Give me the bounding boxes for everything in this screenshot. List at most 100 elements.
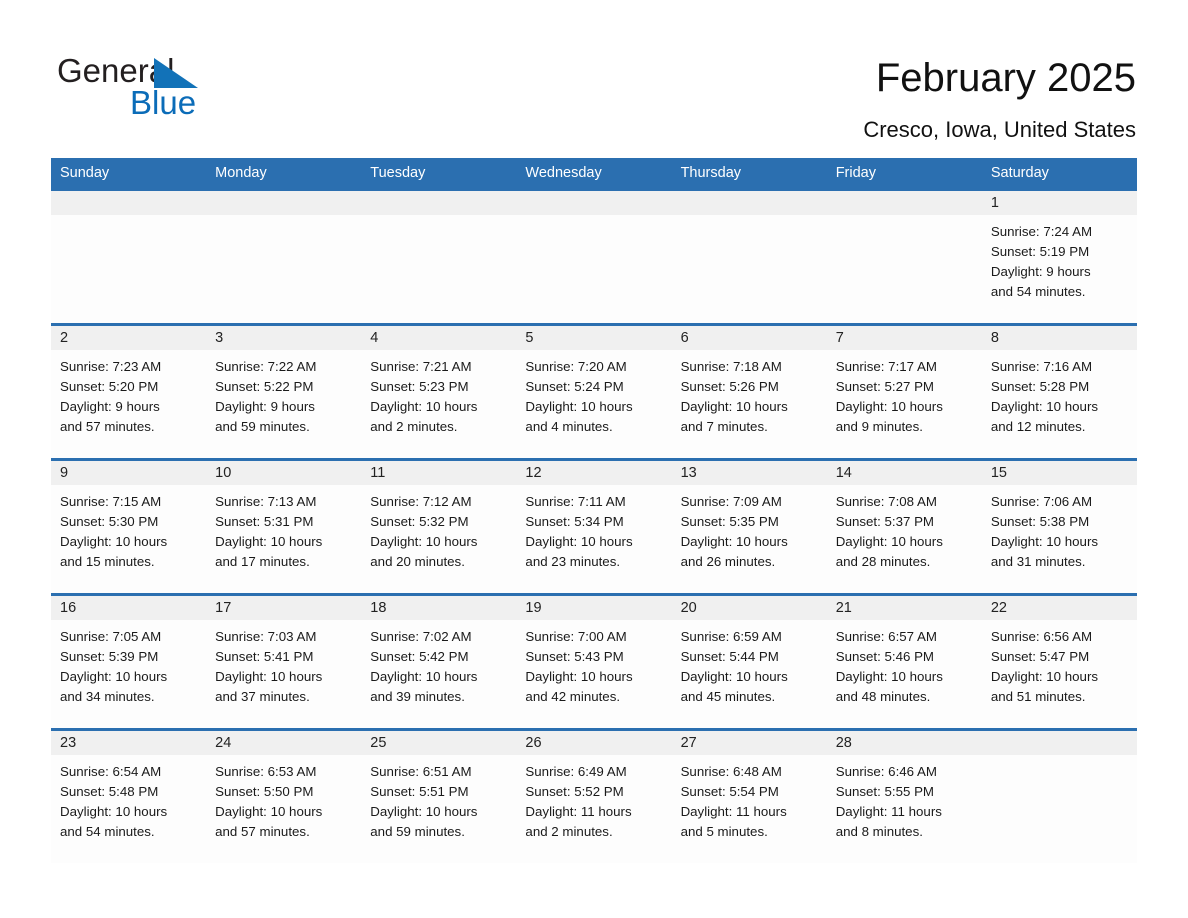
calendar-cell-empty — [981, 728, 1137, 863]
calendar-day-cell[interactable]: 2 Sunrise: 7:23 AM Sunset: 5:20 PM Daylight… — [51, 323, 207, 460]
daylight-text-line1: Daylight: 10 hours — [215, 534, 323, 549]
general-blue-logo[interactable]: General Blue — [57, 52, 297, 126]
calendar-day-cell[interactable]: 15 Sunrise: 7:06 AM Sunset: 5:38 PM Dayligh… — [981, 458, 1137, 595]
weekday-header-sunday: Sunday — [51, 158, 207, 190]
day-details: Sunrise: 7:17 AM Sunset: 5:27 PM Daylight:… — [827, 350, 982, 437]
day-details: Sunrise: 7:02 AM Sunset: 5:42 PM Daylight:… — [361, 620, 516, 707]
sunset-text: Sunset: 5:55 PM — [835, 784, 935, 799]
day-number: 27 — [671, 731, 827, 755]
sunrise-text: Sunrise: 6:57 AM — [835, 629, 937, 644]
day-number — [826, 191, 982, 215]
calendar-day-cell[interactable]: 13 Sunrise: 7:09 AM Sunset: 5:35 PM Dayligh… — [671, 458, 827, 595]
sunrise-text: Sunrise: 7:15 AM — [60, 494, 162, 509]
daylight-text-line2: and 20 minutes. — [370, 554, 465, 569]
calendar-day-cell[interactable]: 6 Sunrise: 7:18 AM Sunset: 5:26 PM Daylight… — [671, 323, 827, 460]
calendar-day-cell[interactable]: 12 Sunrise: 7:11 AM Sunset: 5:34 PM Dayligh… — [516, 458, 672, 595]
daylight-text-line2: and 37 minutes. — [215, 689, 310, 704]
sunrise-text: Sunrise: 7:16 AM — [990, 359, 1093, 374]
calendar-day-cell[interactable]: 7 Sunrise: 7:17 AM Sunset: 5:27 PM Daylight… — [826, 323, 982, 460]
daylight-text-line2: and 39 minutes. — [370, 689, 465, 704]
day-number: 6 — [671, 326, 827, 350]
sunset-text: Sunset: 5:19 PM — [990, 244, 1090, 259]
sunrise-text: Sunrise: 6:56 AM — [990, 629, 1093, 644]
sunset-text: Sunset: 5:51 PM — [370, 784, 469, 799]
daylight-text-line2: and 57 minutes. — [60, 419, 155, 434]
sunset-text: Sunset: 5:27 PM — [835, 379, 935, 394]
day-details: Sunrise: 6:59 AM Sunset: 5:44 PM Daylight:… — [672, 620, 827, 707]
calendar-day-cell[interactable]: 27 Sunrise: 6:48 AM Sunset: 5:54 PM Dayligh… — [671, 728, 827, 863]
sunrise-text: Sunrise: 7:18 AM — [680, 359, 782, 374]
day-details: Sunrise: 7:05 AM Sunset: 5:39 PM Daylight:… — [51, 620, 206, 707]
calendar-day-cell[interactable]: 18 Sunrise: 7:02 AM Sunset: 5:42 PM Dayligh… — [361, 593, 517, 730]
calendar-day-cell[interactable]: 5 Sunrise: 7:20 AM Sunset: 5:24 PM Daylight… — [516, 323, 672, 460]
calendar-day-cell[interactable]: 19 Sunrise: 7:00 AM Sunset: 5:43 PM Dayligh… — [516, 593, 672, 730]
day-details: Sunrise: 7:22 AM Sunset: 5:22 PM Daylight:… — [206, 350, 361, 437]
daylight-text-line1: Daylight: 10 hours — [990, 669, 1099, 684]
day-details: Sunrise: 7:08 AM Sunset: 5:37 PM Daylight:… — [827, 485, 982, 572]
sunset-text: Sunset: 5:37 PM — [835, 514, 935, 529]
daylight-text-line2: and 54 minutes. — [990, 284, 1086, 299]
daylight-text-line2: and 57 minutes. — [215, 824, 310, 839]
calendar-cell-empty — [671, 188, 827, 325]
day-details: Sunrise: 6:49 AM Sunset: 5:52 PM Daylight:… — [516, 755, 671, 842]
sunrise-text: Sunrise: 7:22 AM — [215, 359, 317, 374]
calendar-day-cell[interactable]: 16 Sunrise: 7:05 AM Sunset: 5:39 PM Dayligh… — [51, 593, 207, 730]
calendar-day-cell[interactable]: 17 Sunrise: 7:03 AM Sunset: 5:41 PM Dayligh… — [206, 593, 362, 730]
daylight-text-line2: and 54 minutes. — [60, 824, 155, 839]
calendar-cell-empty — [826, 188, 982, 325]
daylight-text-line2: and 9 minutes. — [835, 419, 923, 434]
calendar-day-cell[interactable]: 22 Sunrise: 6:56 AM Sunset: 5:47 PM Dayligh… — [981, 593, 1137, 730]
daylight-text-line1: Daylight: 9 hours — [215, 399, 315, 414]
weekday-header-thursday: Thursday — [671, 158, 827, 190]
sunset-text: Sunset: 5:48 PM — [60, 784, 159, 799]
daylight-text-line1: Daylight: 10 hours — [680, 399, 788, 414]
sunset-text: Sunset: 5:30 PM — [60, 514, 159, 529]
calendar-day-cell[interactable]: 23 Sunrise: 6:54 AM Sunset: 5:48 PM Dayligh… — [51, 728, 207, 863]
calendar-day-cell[interactable]: 10 Sunrise: 7:13 AM Sunset: 5:31 PM Dayligh… — [206, 458, 362, 595]
day-number: 18 — [361, 596, 517, 620]
daylight-text-line2: and 23 minutes. — [525, 554, 621, 569]
day-details: Sunrise: 7:11 AM Sunset: 5:34 PM Daylight:… — [516, 485, 671, 572]
daylight-text-line1: Daylight: 10 hours — [370, 669, 478, 684]
daylight-text-line2: and 45 minutes. — [680, 689, 776, 704]
daylight-text-line2: and 7 minutes. — [680, 419, 768, 434]
day-number: 11 — [361, 461, 517, 485]
calendar-day-cell[interactable]: 11 Sunrise: 7:12 AM Sunset: 5:32 PM Dayligh… — [361, 458, 517, 595]
sunset-text: Sunset: 5:46 PM — [835, 649, 935, 664]
day-number: 8 — [981, 326, 1137, 350]
day-details: Sunrise: 7:18 AM Sunset: 5:26 PM Daylight:… — [672, 350, 827, 437]
calendar-day-cell[interactable]: 14 Sunrise: 7:08 AM Sunset: 5:37 PM Dayligh… — [826, 458, 982, 595]
day-details: Sunrise: 7:20 AM Sunset: 5:24 PM Daylight:… — [516, 350, 671, 437]
weekday-header-saturday: Saturday — [981, 158, 1137, 190]
calendar-day-cell[interactable]: 4 Sunrise: 7:21 AM Sunset: 5:23 PM Daylight… — [361, 323, 517, 460]
calendar-day-cell[interactable]: 3 Sunrise: 7:22 AM Sunset: 5:22 PM Daylight… — [206, 323, 362, 460]
calendar-day-cell[interactable]: 24 Sunrise: 6:53 AM Sunset: 5:50 PM Dayligh… — [206, 728, 362, 863]
daylight-text-line1: Daylight: 9 hours — [990, 264, 1091, 279]
daylight-text-line1: Daylight: 10 hours — [835, 399, 943, 414]
daylight-text-line2: and 51 minutes. — [990, 689, 1086, 704]
day-number: 14 — [826, 461, 982, 485]
sunrise-text: Sunrise: 7:24 AM — [990, 224, 1093, 239]
calendar-day-cell[interactable]: 28 Sunrise: 6:46 AM Sunset: 5:55 PM Dayligh… — [826, 728, 982, 863]
sunrise-text: Sunrise: 6:59 AM — [680, 629, 782, 644]
sunset-text: Sunset: 5:39 PM — [60, 649, 159, 664]
daylight-text-line1: Daylight: 11 hours — [525, 804, 632, 819]
sunrise-text: Sunrise: 6:54 AM — [60, 764, 162, 779]
calendar-day-cell[interactable]: 26 Sunrise: 6:49 AM Sunset: 5:52 PM Dayligh… — [516, 728, 672, 863]
page-header: General Blue February 2025 Cresco, Iowa,… — [0, 0, 1188, 155]
daylight-text-line1: Daylight: 10 hours — [60, 534, 168, 549]
calendar-week-row: 16 Sunrise: 7:05 AM Sunset: 5:39 PM Dayligh… — [51, 593, 1137, 730]
daylight-text-line1: Daylight: 10 hours — [990, 399, 1099, 414]
calendar-day-cell[interactable]: 25 Sunrise: 6:51 AM Sunset: 5:51 PM Dayligh… — [361, 728, 517, 863]
calendar-day-cell[interactable]: 8 Sunrise: 7:16 AM Sunset: 5:28 PM Daylight… — [981, 323, 1137, 460]
calendar-day-cell[interactable]: 9 Sunrise: 7:15 AM Sunset: 5:30 PM Daylight… — [51, 458, 207, 595]
day-number — [671, 191, 827, 215]
sunrise-text: Sunrise: 7:20 AM — [525, 359, 627, 374]
calendar-day-cell[interactable]: 1 Sunrise: 7:24 AM Sunset: 5:19 PM Daylight… — [981, 188, 1137, 325]
calendar-day-cell[interactable]: 20 Sunrise: 6:59 AM Sunset: 5:44 PM Dayligh… — [671, 593, 827, 730]
sunset-text: Sunset: 5:28 PM — [990, 379, 1090, 394]
daylight-text-line1: Daylight: 10 hours — [835, 669, 943, 684]
day-number: 25 — [361, 731, 517, 755]
sunset-text: Sunset: 5:38 PM — [990, 514, 1090, 529]
calendar-day-cell[interactable]: 21 Sunrise: 6:57 AM Sunset: 5:46 PM Dayligh… — [826, 593, 982, 730]
